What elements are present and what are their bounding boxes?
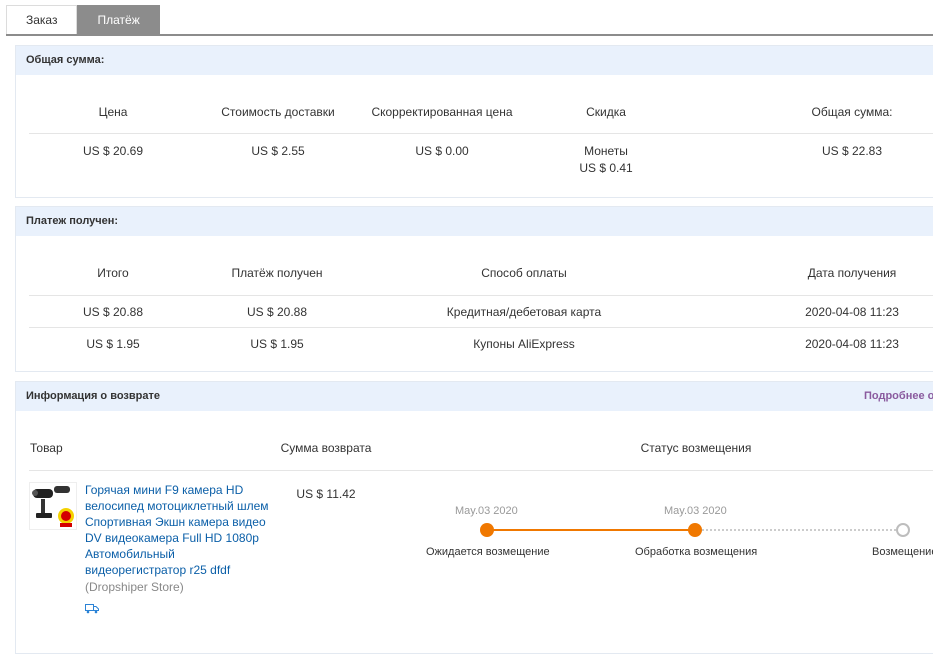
table-cell: 2020-04-08 11:23 bbox=[805, 305, 899, 319]
total-panel: Общая сумма: Цена Стоимость доставки Ско… bbox=[15, 45, 933, 198]
timeline-step-1-date: May.03 2020 bbox=[455, 505, 518, 517]
camera-image bbox=[30, 483, 76, 529]
adjusted-price-value: US $ 0.00 bbox=[415, 144, 469, 158]
tab-order[interactable]: Заказ bbox=[6, 5, 78, 35]
total-value: US $ 22.83 bbox=[821, 144, 883, 158]
header-refund-status: Статус возмещения bbox=[640, 441, 752, 455]
timeline-progress-line bbox=[487, 529, 695, 531]
header-payment-method: Способ оплаты bbox=[481, 266, 567, 280]
timeline-step-2-label: Обработка возмещения bbox=[635, 546, 758, 558]
truck-icon[interactable] bbox=[85, 603, 99, 617]
payment-panel: Платеж получен: Итого Платёж получен Спо… bbox=[15, 206, 933, 372]
table-cell: US $ 20.88 bbox=[82, 305, 144, 319]
payment-panel-title: Платеж получен: bbox=[16, 207, 933, 236]
store-name[interactable]: (Dropshiper Store) bbox=[85, 580, 184, 594]
header-received-date: Дата получения bbox=[807, 266, 897, 280]
table-cell: US $ 20.88 bbox=[246, 305, 308, 319]
shipping-value: US $ 2.55 bbox=[251, 144, 305, 158]
tab-bar: Заказ Платёж bbox=[6, 5, 160, 35]
tab-underline bbox=[6, 34, 933, 36]
header-price: Цена bbox=[98, 105, 128, 119]
timeline-pending-line bbox=[702, 529, 902, 531]
header-total: Общая сумма: bbox=[811, 105, 893, 119]
refund-amount: US $ 11.42 bbox=[296, 487, 356, 501]
table-cell: US $ 1.95 bbox=[86, 337, 140, 351]
more-info-link[interactable]: Подробнее о bbox=[864, 382, 933, 411]
product-image[interactable] bbox=[29, 482, 77, 530]
divider bbox=[29, 295, 933, 296]
refund-title: Информация о возврате bbox=[26, 390, 160, 402]
timeline-step-2-dot bbox=[688, 523, 702, 537]
table-cell: US $ 1.95 bbox=[250, 337, 304, 351]
divider bbox=[29, 327, 933, 328]
divider bbox=[29, 133, 933, 134]
table-cell: Кредитная/дебетовая карта bbox=[446, 305, 602, 319]
header-refund-amount: Сумма возврата bbox=[280, 441, 372, 455]
header-shipping: Стоимость доставки bbox=[221, 105, 335, 119]
header-subtotal: Итого bbox=[97, 266, 129, 280]
table-cell: 2020-04-08 11:23 bbox=[805, 337, 899, 351]
table-cell: Купоны AliExpress bbox=[473, 337, 575, 351]
timeline-step-1-label: Ожидается возмещение bbox=[426, 546, 550, 558]
header-product: Товар bbox=[30, 441, 63, 455]
discount-label: Монеты bbox=[584, 144, 628, 158]
timeline-step-1-dot bbox=[480, 523, 494, 537]
total-panel-title: Общая сумма: bbox=[16, 46, 933, 75]
header-payment-received: Платёж получен bbox=[231, 266, 323, 280]
refund-panel-title: Информация о возврате Подробнее о bbox=[16, 382, 933, 411]
divider bbox=[29, 470, 933, 471]
discount-value: US $ 0.41 bbox=[579, 161, 633, 175]
product-title-link[interactable]: Горячая мини F9 камера HD велосипед мото… bbox=[85, 482, 270, 578]
header-discount: Скидка bbox=[586, 105, 626, 119]
timeline-step-3-label: Возмещение bbox=[872, 546, 933, 558]
timeline-step-3-dot bbox=[896, 523, 910, 537]
header-adjusted-price: Скорректированная цена bbox=[371, 105, 513, 119]
tab-payment[interactable]: Платёж bbox=[77, 5, 160, 35]
timeline-step-2-date: May.03 2020 bbox=[664, 505, 727, 517]
refund-panel: Информация о возврате Подробнее о Товар … bbox=[15, 381, 933, 654]
price-value: US $ 20.69 bbox=[82, 144, 144, 158]
